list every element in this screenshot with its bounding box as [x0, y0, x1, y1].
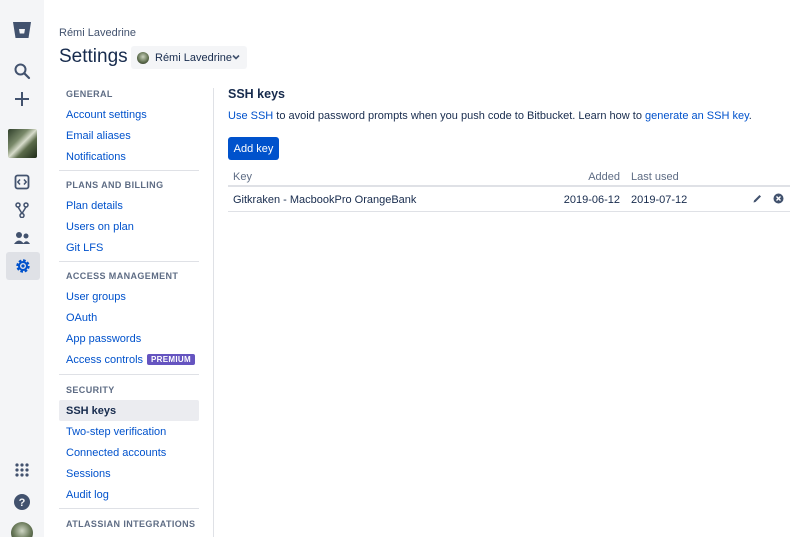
nav-item-ssh-keys[interactable]: SSH keys	[59, 400, 199, 421]
edit-pencil-icon[interactable]	[752, 193, 763, 204]
column-header-added: Added	[588, 171, 620, 183]
account-avatar	[137, 51, 149, 64]
breadcrumb-user: Rémi Lavedrine	[59, 27, 137, 39]
column-header-key: Key	[233, 171, 252, 183]
ssh-keys-description: Use SSH to avoid password prompts when y…	[228, 110, 752, 122]
teams-icon[interactable]	[8, 224, 36, 252]
nav-section-security: SECURITY	[66, 385, 115, 395]
nav-item-account-settings[interactable]: Account settings	[59, 104, 199, 125]
nav-divider	[59, 374, 199, 375]
nav-divider	[59, 508, 199, 509]
profile-avatar[interactable]	[11, 522, 33, 537]
nav-item-users-on-plan[interactable]: Users on plan	[59, 216, 199, 237]
help-icon[interactable]: ?	[8, 488, 36, 516]
nav-item-access-controls[interactable]: Access controls PREMIUM	[59, 349, 199, 370]
create-icon[interactable]	[8, 85, 36, 113]
nav-item-oauth[interactable]: OAuth	[59, 307, 199, 328]
nav-item-app-passwords[interactable]: App passwords	[59, 328, 199, 349]
ssh-key-last-used-date: 2019-07-12	[631, 194, 688, 206]
use-ssh-link[interactable]: Use SSH	[228, 110, 273, 122]
app-switcher-icon[interactable]	[8, 456, 36, 484]
ssh-keys-heading: SSH keys	[228, 87, 285, 101]
nav-item-access-controls-label: Access controls	[66, 353, 144, 366]
nav-section-plans-billing: PLANS AND BILLING	[66, 180, 164, 190]
table-row: Gitkraken - MacbookPro OrangeBank 2019-0…	[228, 188, 790, 212]
nav-item-notifications[interactable]: Notifications	[59, 146, 199, 167]
settings-icon[interactable]	[6, 252, 40, 280]
page-title: Settings	[59, 46, 128, 67]
chevron-down-icon	[232, 54, 240, 60]
nav-item-two-step-verification[interactable]: Two-step verification	[59, 421, 199, 442]
column-header-last-used: Last used	[631, 171, 679, 183]
description-end: .	[748, 110, 752, 122]
add-key-button[interactable]: Add key	[228, 137, 279, 160]
nav-item-user-groups[interactable]: User groups	[59, 286, 199, 307]
nav-item-email-aliases[interactable]: Email aliases	[59, 125, 199, 146]
nav-divider	[59, 170, 199, 171]
generate-ssh-key-link[interactable]: generate an SSH key	[645, 110, 749, 122]
nav-item-plan-details[interactable]: Plan details	[59, 195, 199, 216]
workspace-avatar[interactable]	[8, 129, 37, 158]
nav-divider	[59, 261, 199, 262]
nav-item-audit-log[interactable]: Audit log	[59, 484, 199, 505]
global-sidebar: ?	[0, 0, 44, 537]
description-text: to avoid password prompts when you push …	[273, 110, 646, 122]
nav-item-sessions[interactable]: Sessions	[59, 463, 199, 484]
account-selector[interactable]: Rémi Lavedrine	[131, 46, 247, 69]
ssh-keys-table-header: Key Added Last used	[228, 168, 790, 187]
nav-section-access-management: ACCESS MANAGEMENT	[66, 271, 179, 281]
svg-text:?: ?	[19, 497, 26, 509]
delete-circle-x-icon[interactable]	[773, 193, 784, 204]
content-separator	[213, 88, 214, 537]
ssh-key-added-date: 2019-06-12	[563, 194, 620, 206]
bitbucket-logo-icon[interactable]	[8, 16, 36, 44]
repositories-icon[interactable]	[8, 168, 36, 196]
nav-item-git-lfs[interactable]: Git LFS	[59, 237, 199, 258]
nav-section-atlassian-integrations: ATLASSIAN INTEGRATIONS	[66, 519, 196, 529]
ssh-key-label: Gitkraken - MacbookPro OrangeBank	[233, 194, 417, 206]
premium-badge: PREMIUM	[147, 354, 195, 365]
pull-requests-icon[interactable]	[8, 196, 36, 224]
search-icon[interactable]	[8, 57, 36, 85]
account-selector-label: Rémi Lavedrine	[155, 51, 233, 64]
row-actions	[752, 193, 784, 204]
nav-item-connected-accounts[interactable]: Connected accounts	[59, 442, 199, 463]
nav-section-general: GENERAL	[66, 89, 113, 99]
